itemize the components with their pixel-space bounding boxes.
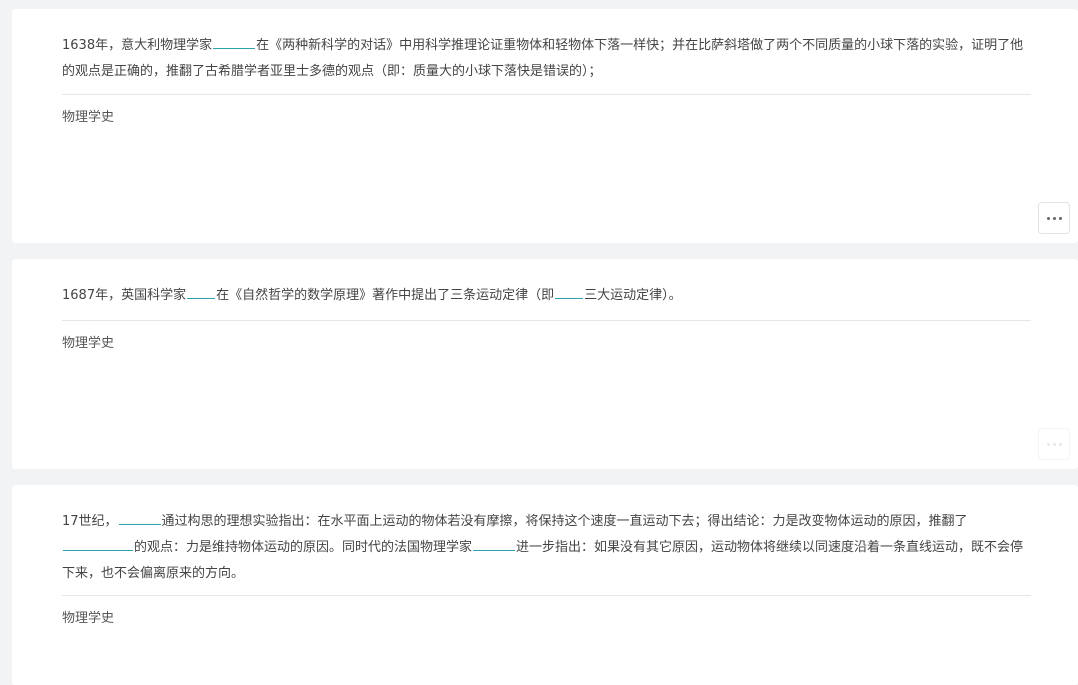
answer-blank xyxy=(63,537,133,551)
question-text: 17世纪， 通过构思的理想实验指出：在水平面上运动的物体若没有摩擦，将保持这个速度… xyxy=(62,509,1030,587)
category-tag: 物理学史 xyxy=(62,110,115,125)
more-options-button[interactable] xyxy=(1038,428,1070,460)
question-card: 1687年，英国科学家 在《自然哲学的数学原理》著作中提出了三条运动定律（即 三大运… xyxy=(12,259,1078,469)
category-tag: 物理学史 xyxy=(62,611,115,626)
answer-blank xyxy=(555,285,584,299)
question-text-segment: 的观点：力是维持物体运动的原因。同时代的法国物理学家 xyxy=(134,540,473,555)
question-text-segment: 1638年，意大利物理学家 xyxy=(62,38,213,53)
question-text-segment: 通过构思的理想实验指出：在水平面上运动的物体若没有摩擦，将保持这个速度一直运动下… xyxy=(161,514,968,529)
question-text-segment: 1687年，英国科学家 xyxy=(62,288,187,303)
category-tag: 物理学史 xyxy=(62,336,115,351)
question-text-segment: 三大运动定律）。 xyxy=(584,288,682,303)
question-text: 1687年，英国科学家 在《自然哲学的数学原理》著作中提出了三条运动定律（即 三大运… xyxy=(62,283,1030,309)
answer-blank xyxy=(473,537,516,551)
answer-blank xyxy=(187,285,216,299)
more-horizontal-icon xyxy=(1045,216,1063,220)
question-text-segment: 17世纪， xyxy=(62,514,118,529)
question-card: 1638年，意大利物理学家 在《两种新科学的对话》中用科学推理论证重物体和轻物体下… xyxy=(12,9,1078,243)
answer-blank xyxy=(118,511,161,525)
question-card: 17世纪， 通过构思的理想实验指出：在水平面上运动的物体若没有摩擦，将保持这个速度… xyxy=(12,485,1078,685)
divider xyxy=(62,595,1031,596)
question-text: 1638年，意大利物理学家 在《两种新科学的对话》中用科学推理论证重物体和轻物体下… xyxy=(62,33,1030,85)
question-text-segment: 在《自然哲学的数学原理》著作中提出了三条运动定律（即 xyxy=(216,288,555,303)
more-options-button[interactable] xyxy=(1038,202,1070,234)
divider xyxy=(62,94,1031,95)
answer-blank xyxy=(213,35,256,49)
more-horizontal-icon xyxy=(1045,442,1063,446)
divider xyxy=(62,320,1031,321)
